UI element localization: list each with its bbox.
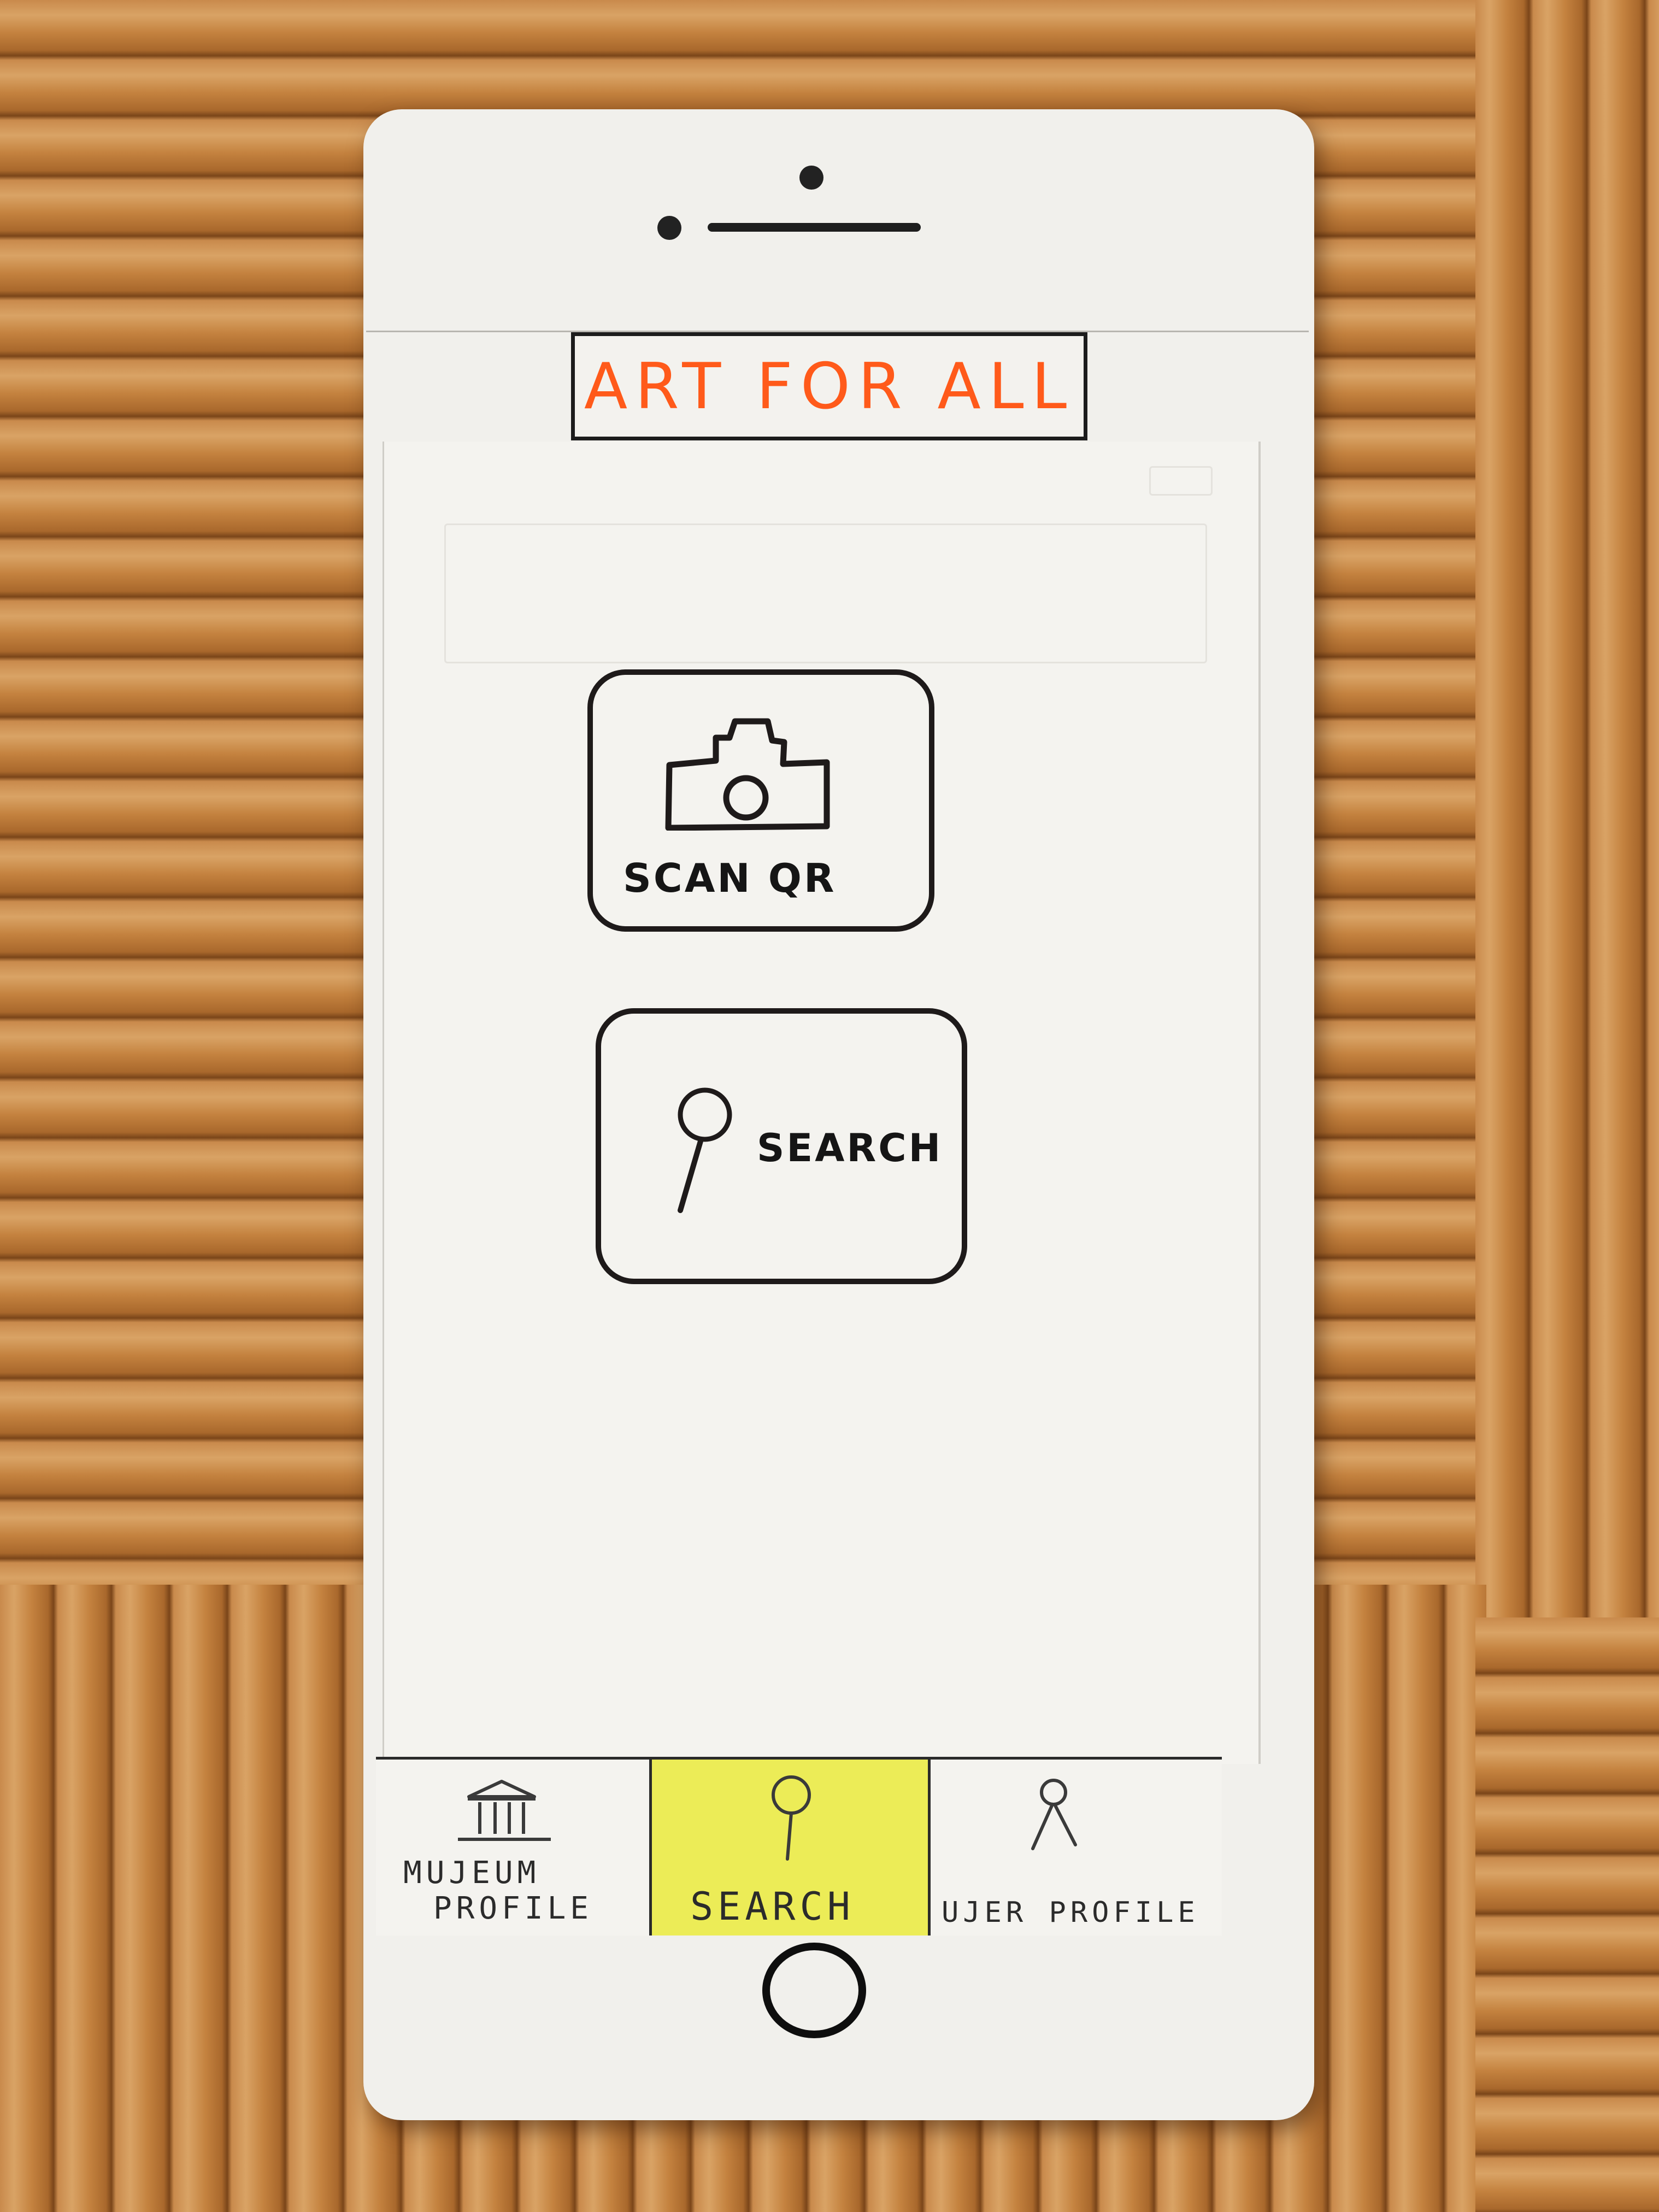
background-mat-bottom-right	[1475, 1617, 1659, 2212]
ghost-battery	[1149, 466, 1213, 496]
tab-museum-label-line2: PROFILE	[433, 1891, 593, 1926]
home-button[interactable]	[762, 1943, 866, 2038]
scan-qr-button[interactable]: SCAN QR	[587, 669, 934, 932]
search-icon	[772, 1775, 811, 1861]
search-button[interactable]: SEARCH	[596, 1008, 967, 1284]
user-icon	[1031, 1779, 1077, 1850]
sensor-dot	[657, 216, 681, 240]
background-mat-right	[1475, 0, 1659, 1617]
ghost-header-bar	[444, 523, 1207, 663]
tab-search-label: SEARCH	[690, 1884, 855, 1929]
museum-icon	[458, 1780, 551, 1841]
scan-qr-label: SCAN QR	[623, 855, 837, 901]
app-title: ART FOR ALL	[584, 349, 1075, 423]
search-label: SEARCH	[757, 1126, 943, 1170]
bottom-tab-bar: MUJEUM PROFILE SEARCH UJER PROFILE	[376, 1757, 1222, 1935]
earpiece-speaker	[708, 223, 921, 232]
tab-museum-label-line1: MUJEUM	[403, 1855, 540, 1891]
tab-search[interactable]: SEARCH	[652, 1760, 931, 1935]
camera-icon	[665, 718, 830, 831]
tab-user-label: UJER PROFILE	[942, 1896, 1199, 1929]
search-icon	[678, 1087, 732, 1213]
app-title-box: ART FOR ALL	[571, 332, 1087, 440]
tab-museum-profile[interactable]: MUJEUM PROFILE	[376, 1760, 652, 1935]
tab-user-profile[interactable]: UJER PROFILE	[931, 1760, 1222, 1935]
front-camera	[799, 166, 823, 190]
